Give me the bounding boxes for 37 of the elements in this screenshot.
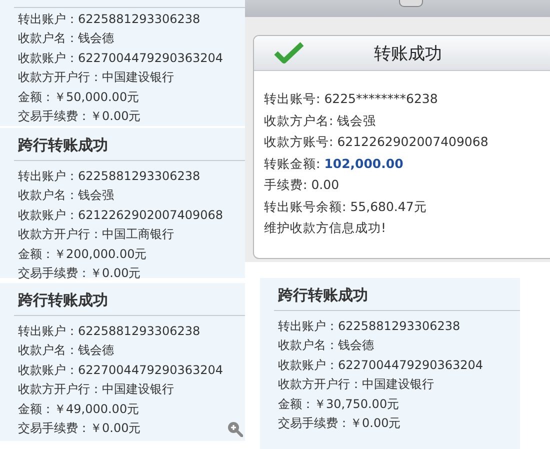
receipt-line: 金额：￥49,000.00元 bbox=[18, 400, 140, 418]
receipt-line: 收款账户：6212262902007409068 bbox=[18, 206, 224, 224]
zoom-in-icon[interactable] bbox=[227, 421, 243, 437]
receipt-title: 跨行转账成功 bbox=[18, 290, 109, 311]
receipt-line: 交易手续费：￥0.00元 bbox=[18, 420, 141, 438]
result-line: 转出账号余额: 55,680.47元 bbox=[264, 198, 427, 216]
result-line: 转出账号: 6225********6238 bbox=[264, 90, 438, 108]
receipt-line: 交易手续费：￥0.00元 bbox=[278, 415, 401, 432]
receipt-line: 收款户名：钱会德 bbox=[18, 30, 114, 48]
receipt-line: 金额：￥30,750.00元 bbox=[278, 396, 400, 413]
card-title: 转账成功 bbox=[374, 42, 442, 64]
result-line: 收款方账号: 6212262902007409068 bbox=[264, 133, 488, 151]
receipt-line: 收款户名：钱会德 bbox=[278, 337, 374, 354]
receipt-line: 收款账户：6227004479290363204 bbox=[278, 356, 484, 374]
receipt-line: 转出账户：6225881293306238 bbox=[18, 323, 200, 340]
checkmark-icon bbox=[274, 42, 304, 64]
receipt-line: 金额：￥50,000.00元 bbox=[18, 88, 140, 106]
receipt-line: 收款方开户行：中国建设银行 bbox=[18, 69, 174, 86]
receipt-title: 跨行转账成功 bbox=[18, 135, 109, 156]
receipt-line: 转出账户：6225881293306238 bbox=[18, 168, 200, 185]
receipt-line: 收款账户：6227004479290363204 bbox=[18, 362, 224, 379]
receipt-line: 收款方开户行：中国建设银行 bbox=[278, 376, 434, 394]
receipt-title: 跨行转账成功 bbox=[278, 285, 369, 306]
receipt-line: 转出账户：6225881293306238 bbox=[278, 318, 460, 335]
receipt-line: 转出账户：6225881293306238 bbox=[18, 11, 200, 28]
result-line: 手续费: 0.00 bbox=[264, 176, 340, 194]
receipt-line: 交易手续费：￥0.00元 bbox=[18, 108, 141, 126]
receipt-line: 金额：￥200,000.00元 bbox=[18, 246, 147, 263]
receipt-line: 收款户名：钱会德 bbox=[18, 342, 114, 360]
result-line: 转账金额: 102,000.00 bbox=[264, 154, 404, 172]
receipt-line: 收款方开户行：中国工商银行 bbox=[18, 226, 174, 244]
receipt-line: 收款账户：6227004479290363204 bbox=[18, 50, 224, 67]
receipt-line: 收款户名：钱会强 bbox=[18, 187, 114, 204]
receipt-line: 交易手续费：￥0.00元 bbox=[18, 265, 141, 282]
result-message: 维护收款方信息成功! bbox=[264, 219, 386, 237]
result-line: 收款方户名: 钱会强 bbox=[264, 112, 376, 130]
receipt-line: 收款方开户行：中国建设银行 bbox=[18, 381, 174, 398]
